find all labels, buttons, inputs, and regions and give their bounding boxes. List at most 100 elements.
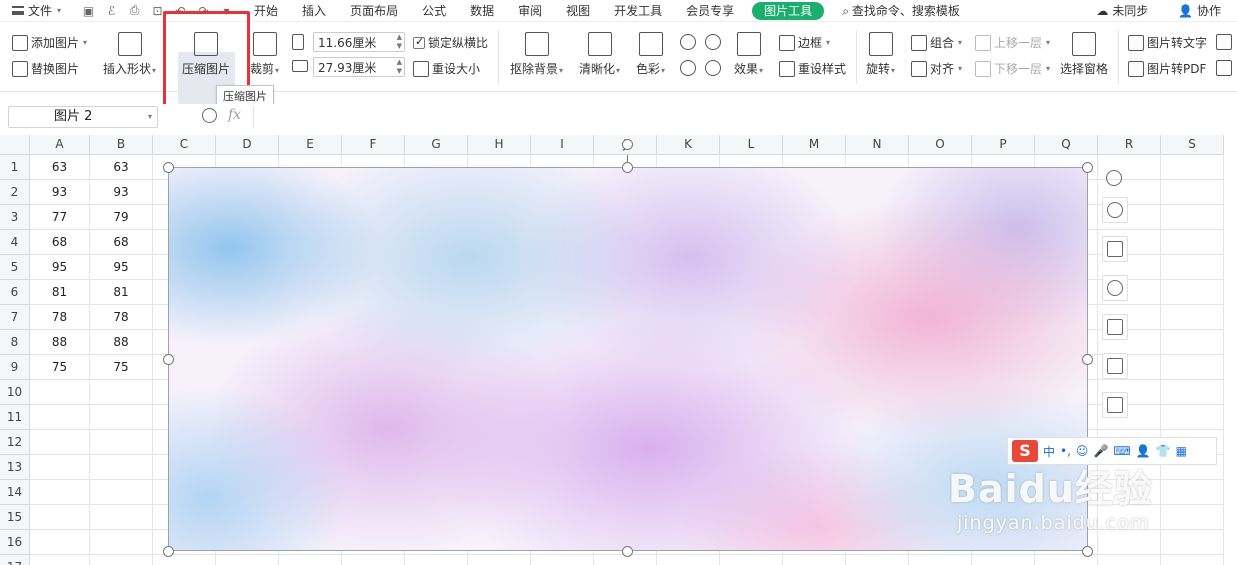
tab-member[interactable]: 会员专享 bbox=[674, 0, 746, 22]
bring-forward-button[interactable]: 上移一层 ▾ bbox=[975, 34, 1050, 51]
crop-tool[interactable] bbox=[1102, 236, 1128, 262]
sheet-cell[interactable] bbox=[90, 555, 153, 565]
column-header[interactable]: E bbox=[279, 135, 342, 155]
lightbulb-tool[interactable] bbox=[1102, 275, 1128, 301]
column-header[interactable]: P bbox=[972, 135, 1035, 155]
print-preview-icon[interactable]: ⊡ bbox=[150, 4, 165, 18]
column-header[interactable]: L bbox=[720, 135, 783, 155]
sheet-cell[interactable] bbox=[783, 555, 846, 565]
sheet-cell[interactable]: 68 bbox=[90, 230, 153, 255]
column-header[interactable]: G bbox=[405, 135, 468, 155]
grid-icon[interactable]: ▦ bbox=[1176, 444, 1187, 458]
row-header[interactable]: 14 bbox=[0, 480, 30, 505]
sheet-cell[interactable] bbox=[30, 555, 90, 565]
pic-to-text-tool[interactable] bbox=[1102, 314, 1128, 340]
sheet-cell[interactable] bbox=[1161, 180, 1224, 205]
row-header[interactable]: 2 bbox=[0, 180, 30, 205]
keyboard-icon[interactable]: ⌨ bbox=[1113, 444, 1130, 458]
column-header[interactable]: H bbox=[468, 135, 531, 155]
resize-handle-bottom[interactable] bbox=[622, 546, 633, 557]
sheet-cell[interactable]: 78 bbox=[90, 305, 153, 330]
sheet-cell[interactable] bbox=[279, 555, 342, 565]
compress-picture-button[interactable]: 压缩图片 bbox=[182, 32, 230, 77]
sheet-cell[interactable]: 63 bbox=[90, 155, 153, 180]
ime-punct[interactable]: 中 bbox=[1043, 443, 1055, 460]
sheet-cell[interactable] bbox=[1161, 305, 1224, 330]
sheet-cell[interactable] bbox=[90, 480, 153, 505]
collab-button[interactable]: 👤 协作 bbox=[1166, 0, 1233, 22]
tab-formulas[interactable]: 公式 bbox=[410, 0, 458, 22]
reset-size-button[interactable]: 重设大小 bbox=[413, 60, 480, 77]
effects-button[interactable]: 效果▾ bbox=[734, 32, 763, 77]
pic-to-text-button[interactable]: 图片转文字 bbox=[1128, 34, 1207, 51]
sheet-cell[interactable] bbox=[909, 555, 972, 565]
rotate-handle[interactable] bbox=[622, 139, 633, 150]
sheet-cell[interactable] bbox=[30, 455, 90, 480]
sheet-cell[interactable]: 79 bbox=[90, 205, 153, 230]
row-header[interactable]: 11 bbox=[0, 405, 30, 430]
tab-view[interactable]: 视图 bbox=[554, 0, 602, 22]
resize-handle-bottom-left[interactable] bbox=[163, 546, 174, 557]
sheet-cell[interactable] bbox=[468, 555, 531, 565]
sheet-cell[interactable] bbox=[1161, 355, 1224, 380]
sheet-cell[interactable] bbox=[1161, 330, 1224, 355]
file-menu[interactable]: 文件 ▾ bbox=[0, 0, 73, 22]
sheet-cell[interactable]: 68 bbox=[30, 230, 90, 255]
column-header[interactable]: I bbox=[531, 135, 594, 155]
sheet-cell[interactable] bbox=[216, 555, 279, 565]
emoji-icon[interactable]: ☺ bbox=[1076, 444, 1089, 458]
replace-picture-button[interactable]: 替换图片 bbox=[12, 60, 79, 77]
sheet-cell[interactable]: 63 bbox=[30, 155, 90, 180]
crop-button[interactable]: 裁剪▾ bbox=[250, 32, 279, 77]
sheet-cell[interactable] bbox=[30, 505, 90, 530]
tab-insert[interactable]: 插入 bbox=[290, 0, 338, 22]
sheet-cell[interactable]: 95 bbox=[30, 255, 90, 280]
column-header[interactable]: K bbox=[657, 135, 720, 155]
add-picture-button[interactable]: 添加图片 ▾ bbox=[12, 34, 87, 51]
zoom-icon[interactable] bbox=[202, 108, 217, 123]
column-header[interactable]: O bbox=[909, 135, 972, 155]
sheet-cell[interactable] bbox=[342, 555, 405, 565]
border-button[interactable]: 边框 ▾ bbox=[779, 34, 830, 51]
sheet-cell[interactable] bbox=[90, 405, 153, 430]
sheet-cell[interactable] bbox=[90, 455, 153, 480]
sharpen-button[interactable]: 清晰化▾ bbox=[579, 32, 620, 77]
sheet-cell[interactable]: 88 bbox=[30, 330, 90, 355]
tab-home[interactable]: 开始 bbox=[242, 0, 290, 22]
column-header[interactable]: A bbox=[30, 135, 90, 155]
more-icon[interactable]: ▾ bbox=[219, 4, 234, 18]
user-icon[interactable]: 👤 bbox=[1136, 444, 1151, 458]
redo-icon[interactable]: ↷ bbox=[196, 4, 211, 18]
column-header[interactable]: D bbox=[216, 135, 279, 155]
overflow-icon[interactable] bbox=[1216, 34, 1232, 50]
send-backward-button[interactable]: 下移一层 ▾ bbox=[975, 60, 1050, 77]
row-header[interactable]: 5 bbox=[0, 255, 30, 280]
sheet-cell[interactable] bbox=[1161, 155, 1224, 180]
sheet-cell[interactable] bbox=[1161, 480, 1224, 505]
save-icon[interactable]: ▣ bbox=[81, 4, 96, 18]
selection-tool[interactable] bbox=[1102, 392, 1128, 418]
sheet-cell[interactable] bbox=[1098, 555, 1161, 565]
sheet-cell[interactable] bbox=[657, 555, 720, 565]
sheet-cell[interactable] bbox=[1161, 280, 1224, 305]
sheet-cell[interactable]: 78 bbox=[30, 305, 90, 330]
row-header[interactable]: 1 bbox=[0, 155, 30, 180]
sheet-cell[interactable]: 81 bbox=[90, 280, 153, 305]
column-header[interactable]: S bbox=[1161, 135, 1224, 155]
sheet-cell[interactable] bbox=[1161, 255, 1224, 280]
pic-to-pdf-tool[interactable] bbox=[1102, 353, 1128, 379]
format-painter-icon[interactable]: ℰ bbox=[104, 4, 119, 18]
selection-pane-button[interactable]: 选择窗格 bbox=[1060, 32, 1108, 77]
sheet-cell[interactable] bbox=[30, 380, 90, 405]
column-header[interactable]: R bbox=[1098, 135, 1161, 155]
sheet-cell[interactable]: 81 bbox=[30, 280, 90, 305]
contrast-up-icon[interactable] bbox=[680, 60, 696, 76]
row-header[interactable]: 8 bbox=[0, 330, 30, 355]
tab-picture-tools[interactable]: 图片工具 bbox=[752, 1, 825, 20]
command-search[interactable]: ⌕ 查找命令、搜索模板 bbox=[830, 0, 972, 22]
microphone-icon[interactable]: 🎤 bbox=[1093, 444, 1108, 458]
sheet-cell[interactable] bbox=[90, 530, 153, 555]
height-input[interactable]: 27.93厘米 ▲ ▼ bbox=[313, 57, 405, 77]
sheet-cell[interactable] bbox=[90, 380, 153, 405]
row-header[interactable]: 12 bbox=[0, 430, 30, 455]
